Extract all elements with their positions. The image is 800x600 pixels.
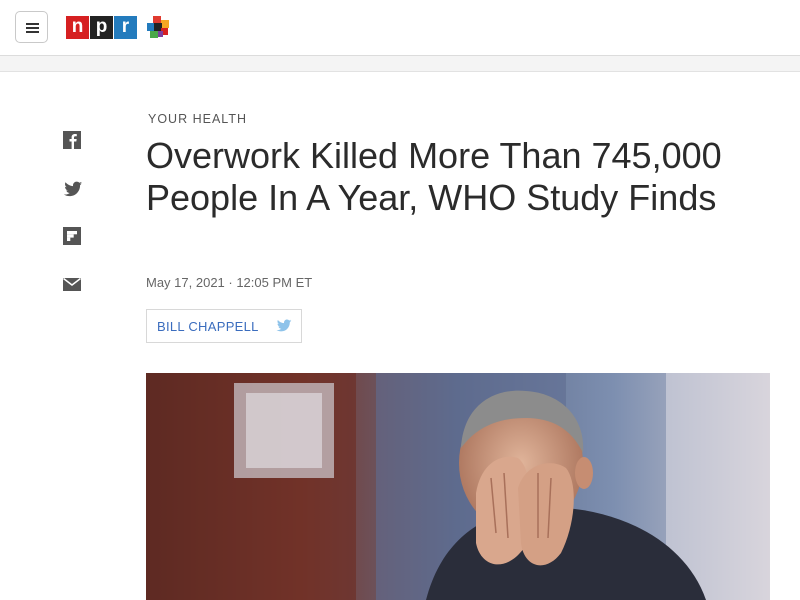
twitter-share-button[interactable] [62,178,84,200]
hamburger-icon-bar [26,31,39,33]
facebook-icon [63,131,81,149]
byline-box: BILL CHAPPELL [146,309,302,343]
photo-image [146,373,770,600]
article-photo[interactable] [146,373,770,600]
hamburger-icon [26,23,39,25]
logo-letter-r: r [114,16,137,39]
flipboard-share-button[interactable] [62,226,84,248]
hamburger-icon-bar [26,27,39,29]
secondary-bar [0,56,800,72]
author-link[interactable]: BILL CHAPPELL [157,319,259,334]
logo-letter-p: p [90,16,113,39]
email-icon [63,277,81,291]
top-navigation: n p r [0,0,800,56]
menu-button[interactable] [15,11,48,43]
twitter-icon [63,181,83,197]
logo-letter-n: n [66,16,89,39]
article-headline: Overwork Killed More Than 745,000 People… [146,135,722,218]
email-share-button[interactable] [62,274,84,296]
npr-one-cube-icon[interactable] [147,16,169,38]
facebook-share-button[interactable] [62,130,84,152]
npr-logo[interactable]: n p r [66,16,138,39]
flipboard-icon [63,227,81,245]
article-dateline: May 17, 2021 · 12:05 PM ET [146,275,313,290]
twitter-icon[interactable] [275,318,293,334]
section-slug[interactable]: YOUR HEALTH [148,112,247,126]
